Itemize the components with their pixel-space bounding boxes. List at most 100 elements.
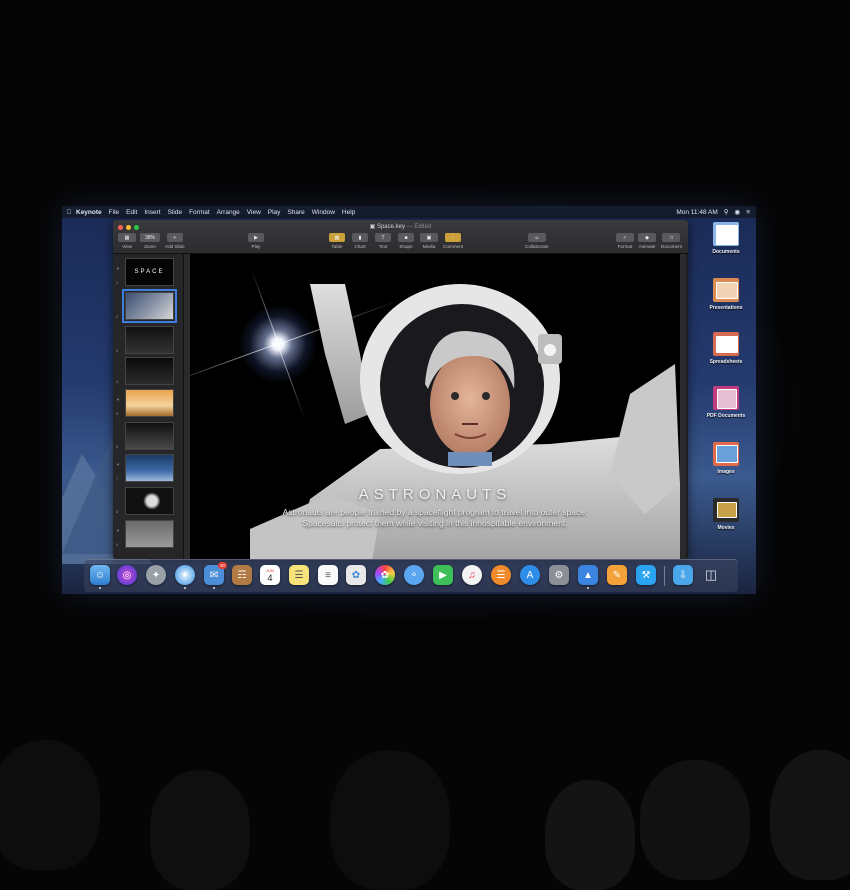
document-button[interactable]: □ Document — [661, 233, 682, 249]
menu-file[interactable]: File — [109, 209, 119, 216]
menu-insert[interactable]: Insert — [144, 209, 160, 216]
slide-number: 3 — [116, 348, 119, 353]
audience-head — [330, 750, 450, 890]
comment-label: Comment — [443, 244, 463, 249]
menu-window[interactable]: Window — [312, 209, 335, 216]
media-button[interactable]: ▣ Media — [420, 233, 438, 249]
play-button[interactable]: ▶ Play — [248, 233, 264, 249]
photos-icon[interactable]: ✿ — [375, 565, 395, 585]
menu-app-name[interactable]: Keynote — [76, 209, 102, 216]
slide-canvas[interactable]: ASTRONAUTS Astronauts are people trained… — [184, 254, 686, 559]
stack-spreadsheets[interactable]: Spreadsheets — [696, 332, 756, 365]
animate-button[interactable]: ◆ Animate — [638, 233, 656, 249]
downloads-folder-icon[interactable]: ⇩ — [673, 565, 693, 585]
stack-images[interactable]: Images — [696, 442, 756, 475]
view-button[interactable]: ▦ View — [118, 233, 136, 249]
books-icon[interactable]: ☰ — [491, 565, 511, 585]
format-button[interactable]: ✓ Format — [616, 233, 634, 249]
shape-icon: ■ — [398, 233, 414, 242]
contacts-icon[interactable]: ☶ — [232, 565, 252, 585]
slide-number: 4 — [116, 379, 119, 384]
menu-play[interactable]: Play — [268, 209, 281, 216]
notes-icon[interactable]: ☰ — [289, 565, 309, 585]
disclosure-triangle-icon[interactable]: ▼ — [116, 528, 120, 533]
menu-slide[interactable]: Slide — [168, 209, 182, 216]
slide-body-line: Spacesuits protect them while visiting i… — [302, 518, 568, 528]
slide-thumbnail[interactable]: 8 — [113, 485, 183, 515]
audience-head — [770, 750, 850, 880]
dock-separator — [664, 566, 665, 586]
audience-head — [545, 780, 635, 890]
slide-thumbnail[interactable]: 4 — [113, 355, 183, 385]
launchpad-icon[interactable]: ✦ — [146, 565, 166, 585]
table-button[interactable]: ▦ Table — [329, 233, 345, 249]
keynote-dock-icon[interactable]: ▲ — [578, 565, 598, 589]
stack-presentations[interactable]: Presentations — [696, 278, 756, 311]
comment-button[interactable]: ▫ Comment — [443, 233, 463, 249]
siri-icon[interactable]: ◉ — [735, 208, 741, 216]
audience-head — [150, 770, 250, 890]
menu-help[interactable]: Help — [342, 209, 355, 216]
zoom-select[interactable]: 38% Zoom — [140, 233, 160, 249]
add-slide-button[interactable]: + Add Slide — [165, 233, 185, 249]
stack-movies[interactable]: Movies — [696, 498, 756, 531]
slide-thumbnail[interactable]: ▼ 9 — [113, 518, 183, 548]
menu-share[interactable]: Share — [287, 209, 304, 216]
menubar-clock[interactable]: Mon 11:48 AM — [676, 209, 717, 216]
pages-icon[interactable]: ✎ — [607, 565, 627, 585]
collaborate-button[interactable]: ☺ Collaborate — [525, 233, 549, 249]
slide-thumbnail-selected[interactable]: 2 — [113, 289, 183, 323]
view-icon: ▦ — [118, 233, 136, 242]
current-slide[interactable]: ASTRONAUTS Astronauts are people trained… — [190, 254, 680, 559]
menu-view[interactable]: View — [247, 209, 261, 216]
disclosure-triangle-icon[interactable]: ▼ — [116, 462, 120, 467]
freeform-icon[interactable]: ✿ — [346, 565, 366, 585]
slide-number: 8 — [116, 509, 119, 514]
spreadsheets-stack-icon — [713, 332, 739, 356]
apple-menu-icon[interactable]:  — [62, 209, 76, 216]
trash-icon[interactable]: ◫ — [701, 565, 721, 585]
keynote-window: ▣ Space.key — Edited ▦ View 38% Zoom + A… — [113, 220, 688, 559]
spotlight-icon[interactable]: ⚲ — [724, 208, 729, 216]
audience-silhouettes — [0, 700, 850, 890]
view-label: View — [122, 244, 132, 249]
siri-dock-icon[interactable]: ◎ — [117, 565, 137, 585]
reminders-icon[interactable]: ≡ — [318, 565, 338, 585]
disclosure-triangle-icon[interactable]: ▼ — [116, 266, 120, 271]
mail-icon[interactable]: ✉ 30 — [204, 562, 227, 589]
calendar-icon[interactable]: JUN 4 — [260, 565, 280, 585]
stack-pdf-documents[interactable]: PDF Documents — [696, 386, 756, 419]
chart-icon: ▮ — [352, 233, 368, 242]
slide-body-line: Astronauts are people trained by a space… — [282, 507, 588, 517]
slide-title[interactable]: ASTRONAUTS — [190, 486, 680, 503]
system-preferences-icon[interactable]: ⚙ — [549, 565, 569, 585]
xcode-icon[interactable]: ⚒ — [636, 565, 656, 585]
finder-icon[interactable]: ☺ — [90, 565, 110, 589]
document-inspector-icon: □ — [662, 233, 681, 242]
facetime-icon[interactable]: ▶ — [433, 565, 453, 585]
slide-number: 7 — [116, 476, 119, 481]
document-icon: ▣ — [369, 224, 377, 230]
slide-body-text[interactable]: Astronauts are people trained by a space… — [220, 507, 650, 529]
menu-edit[interactable]: Edit — [126, 209, 137, 216]
messages-icon[interactable]: ⚬ — [404, 565, 424, 585]
slide-number: 5 — [116, 411, 119, 416]
safari-icon[interactable]: ✶ — [175, 565, 195, 589]
text-button[interactable]: T Text — [375, 233, 391, 249]
table-icon: ▦ — [329, 233, 345, 242]
audience-head — [0, 740, 100, 870]
shape-button[interactable]: ■ Shape — [398, 233, 414, 249]
app-store-icon[interactable]: A — [520, 565, 540, 585]
menu-format[interactable]: Format — [189, 209, 210, 216]
slide-thumbnail[interactable]: 6 — [113, 420, 183, 450]
disclosure-triangle-icon[interactable]: ▼ — [116, 397, 120, 402]
chart-button[interactable]: ▮ Chart — [352, 233, 368, 249]
slide-thumbnail[interactable]: ▼ SPACE 1 — [113, 256, 183, 286]
music-icon[interactable]: ♫ — [462, 565, 482, 585]
notification-center-icon[interactable]: ≡ — [746, 209, 750, 216]
slide-thumbnail[interactable]: 3 — [113, 324, 183, 354]
stack-documents[interactable]: Documents — [696, 222, 756, 255]
slide-thumbnail[interactable]: ▼ 7 — [113, 452, 183, 482]
menu-arrange[interactable]: Arrange — [217, 209, 240, 216]
slide-thumbnail[interactable]: ▼ 5 — [113, 387, 183, 417]
